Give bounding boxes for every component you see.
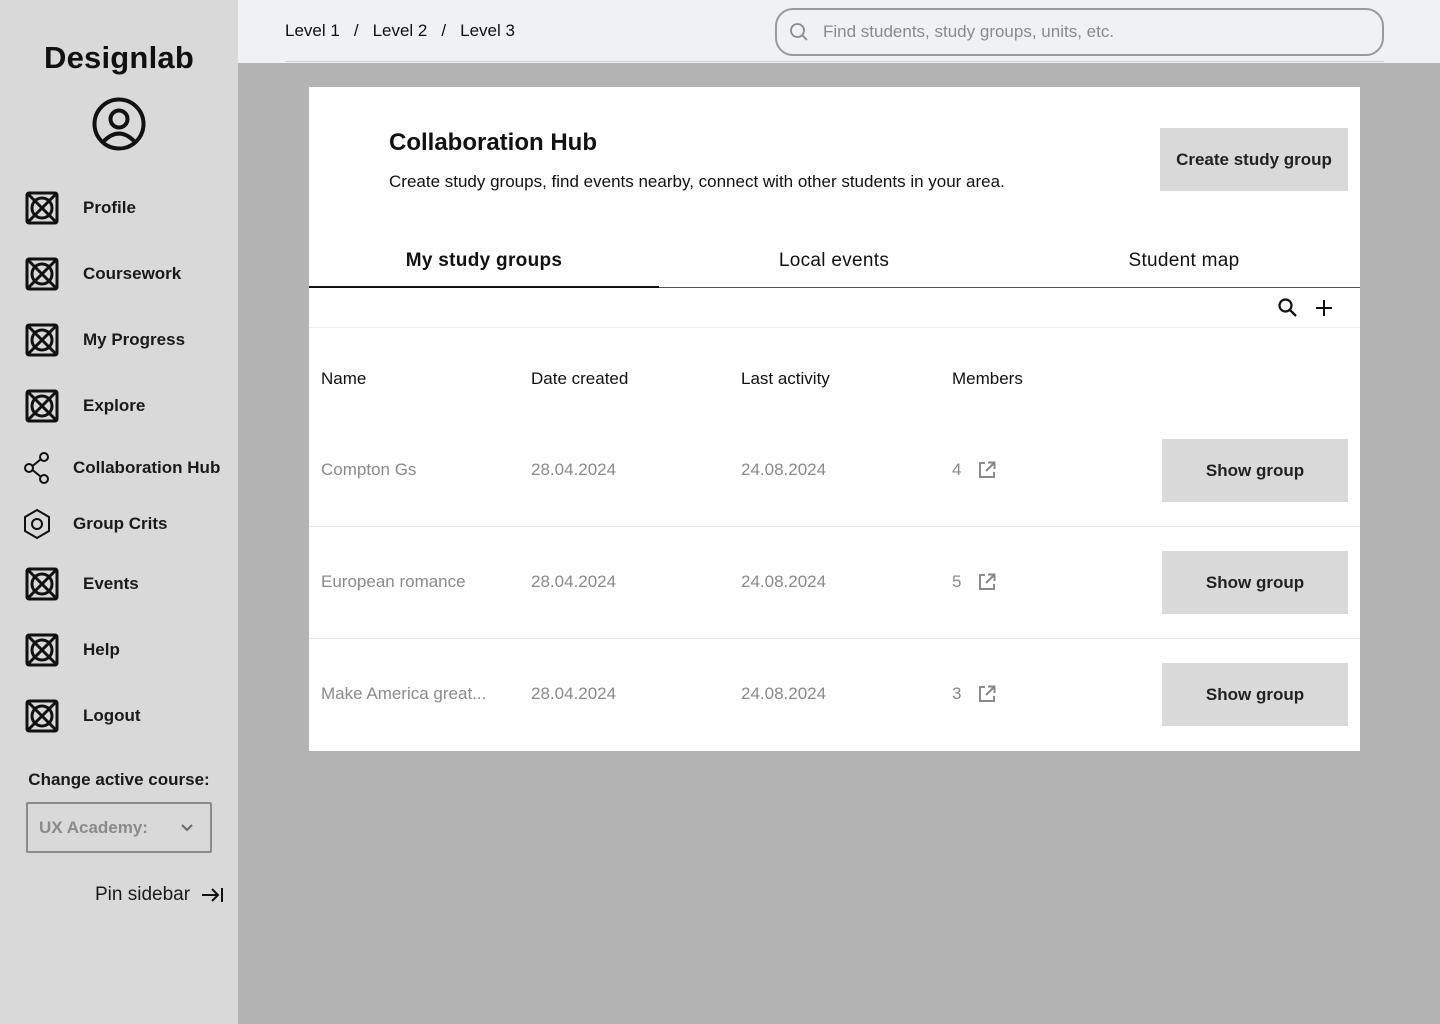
member-count: 3 bbox=[952, 684, 962, 703]
course-select-value: UX Academy: bbox=[39, 817, 148, 837]
tab-bar: My study groups Local events Student map bbox=[309, 237, 1360, 288]
member-count: 4 bbox=[952, 460, 962, 479]
plus-icon[interactable] bbox=[1313, 297, 1335, 319]
placeholder-icon bbox=[24, 256, 60, 292]
global-search[interactable] bbox=[775, 8, 1384, 56]
collaboration-hub-card: Collaboration Hub Create study groups, f… bbox=[309, 87, 1360, 751]
tab-my-study-groups[interactable]: My study groups bbox=[309, 237, 659, 288]
last-activity: 24.08.2024 bbox=[741, 460, 827, 479]
group-name: European romance bbox=[321, 572, 466, 591]
breadcrumb-item[interactable]: Level 1 bbox=[285, 21, 340, 41]
external-link-icon[interactable] bbox=[977, 684, 997, 704]
arrow-to-right-icon bbox=[202, 888, 224, 902]
sidebar-item-events[interactable]: Events bbox=[24, 566, 139, 602]
page-title: Collaboration Hub bbox=[389, 129, 597, 156]
show-group-button[interactable]: Show group bbox=[1162, 439, 1348, 502]
breadcrumb: Level 1 / Level 2 / Level 3 bbox=[285, 21, 515, 41]
breadcrumb-item[interactable]: Level 3 bbox=[460, 21, 515, 41]
member-count: 5 bbox=[952, 572, 962, 591]
column-header-last-activity[interactable]: Last activity bbox=[741, 369, 830, 389]
top-bar-divider bbox=[285, 61, 1384, 62]
sidebar-item-label: Profile bbox=[83, 198, 136, 217]
date-created: 28.04.2024 bbox=[531, 572, 617, 591]
placeholder-icon bbox=[24, 566, 60, 602]
course-select[interactable]: UX Academy: bbox=[26, 802, 212, 853]
placeholder-icon bbox=[24, 632, 60, 668]
sidebar-item-group-crits[interactable]: Group Crits bbox=[24, 506, 167, 542]
date-created: 28.04.2024 bbox=[531, 684, 617, 703]
show-group-button[interactable]: Show group bbox=[1162, 551, 1348, 614]
table-row: European romance 28.04.2024 24.08.2024 5… bbox=[309, 527, 1360, 639]
sidebar-item-logout[interactable]: Logout bbox=[24, 698, 141, 734]
column-header-date-created[interactable]: Date created bbox=[531, 369, 628, 389]
hexagon-icon bbox=[24, 508, 50, 540]
group-name: Make America great... bbox=[321, 684, 487, 703]
placeholder-icon bbox=[24, 698, 60, 734]
sidebar-item-collaboration-hub[interactable]: Collaboration Hub bbox=[24, 450, 220, 486]
placeholder-icon bbox=[24, 190, 60, 226]
sidebar-item-explore[interactable]: Explore bbox=[24, 388, 145, 424]
sidebar-item-label: Events bbox=[83, 574, 139, 593]
sidebar-item-label: Group Crits bbox=[73, 514, 168, 533]
breadcrumb-separator: / bbox=[353, 21, 359, 40]
tab-local-events[interactable]: Local events bbox=[659, 237, 1009, 287]
last-activity: 24.08.2024 bbox=[741, 572, 827, 591]
sidebar-item-my-progress[interactable]: My Progress bbox=[24, 322, 185, 358]
table-row: Make America great... 28.04.2024 24.08.2… bbox=[309, 639, 1360, 751]
page-subtitle: Create study groups, find events nearby,… bbox=[389, 172, 1005, 191]
search-input[interactable] bbox=[823, 22, 1363, 42]
logo[interactable]: Designlab bbox=[0, 40, 238, 76]
course-label: Change active course: bbox=[28, 770, 210, 789]
sidebar-item-label: Logout bbox=[83, 706, 141, 725]
show-group-button[interactable]: Show group bbox=[1162, 663, 1348, 726]
column-header-name[interactable]: Name bbox=[321, 369, 366, 389]
user-avatar-icon[interactable] bbox=[91, 96, 147, 152]
search-icon[interactable] bbox=[1277, 297, 1299, 319]
sidebar-item-label: Explore bbox=[83, 396, 146, 415]
sidebar-item-label: Collaboration Hub bbox=[73, 458, 221, 477]
breadcrumb-item[interactable]: Level 2 bbox=[373, 21, 428, 41]
table-toolbar bbox=[309, 288, 1360, 328]
column-header-members[interactable]: Members bbox=[952, 369, 1023, 389]
last-activity: 24.08.2024 bbox=[741, 684, 827, 703]
create-study-group-button[interactable]: Create study group bbox=[1160, 128, 1348, 191]
share-icon bbox=[24, 452, 50, 484]
search-icon bbox=[790, 23, 808, 41]
group-name: Compton Gs bbox=[321, 460, 417, 479]
placeholder-icon bbox=[24, 322, 60, 358]
sidebar-item-help[interactable]: Help bbox=[24, 632, 120, 668]
sidebar-item-label: Help bbox=[83, 640, 120, 659]
sidebar: Designlab Profile Coursework My Progress… bbox=[0, 0, 238, 1024]
sidebar-item-label: My Progress bbox=[83, 330, 186, 349]
pin-sidebar-label: Pin sidebar bbox=[95, 884, 191, 905]
table-row: Compton Gs 28.04.2024 24.08.2024 4 Show … bbox=[309, 415, 1360, 527]
external-link-icon[interactable] bbox=[977, 460, 997, 480]
date-created: 28.04.2024 bbox=[531, 460, 617, 479]
pin-sidebar-button[interactable]: Pin sidebar bbox=[95, 884, 224, 906]
sidebar-item-label: Coursework bbox=[83, 264, 182, 283]
breadcrumb-separator: / bbox=[441, 21, 447, 40]
sidebar-item-profile[interactable]: Profile bbox=[24, 190, 136, 226]
placeholder-icon bbox=[24, 388, 60, 424]
tab-student-map[interactable]: Student map bbox=[1009, 237, 1359, 287]
external-link-icon[interactable] bbox=[977, 572, 997, 592]
chevron-down-icon bbox=[181, 824, 193, 832]
sidebar-item-coursework[interactable]: Coursework bbox=[24, 256, 181, 292]
